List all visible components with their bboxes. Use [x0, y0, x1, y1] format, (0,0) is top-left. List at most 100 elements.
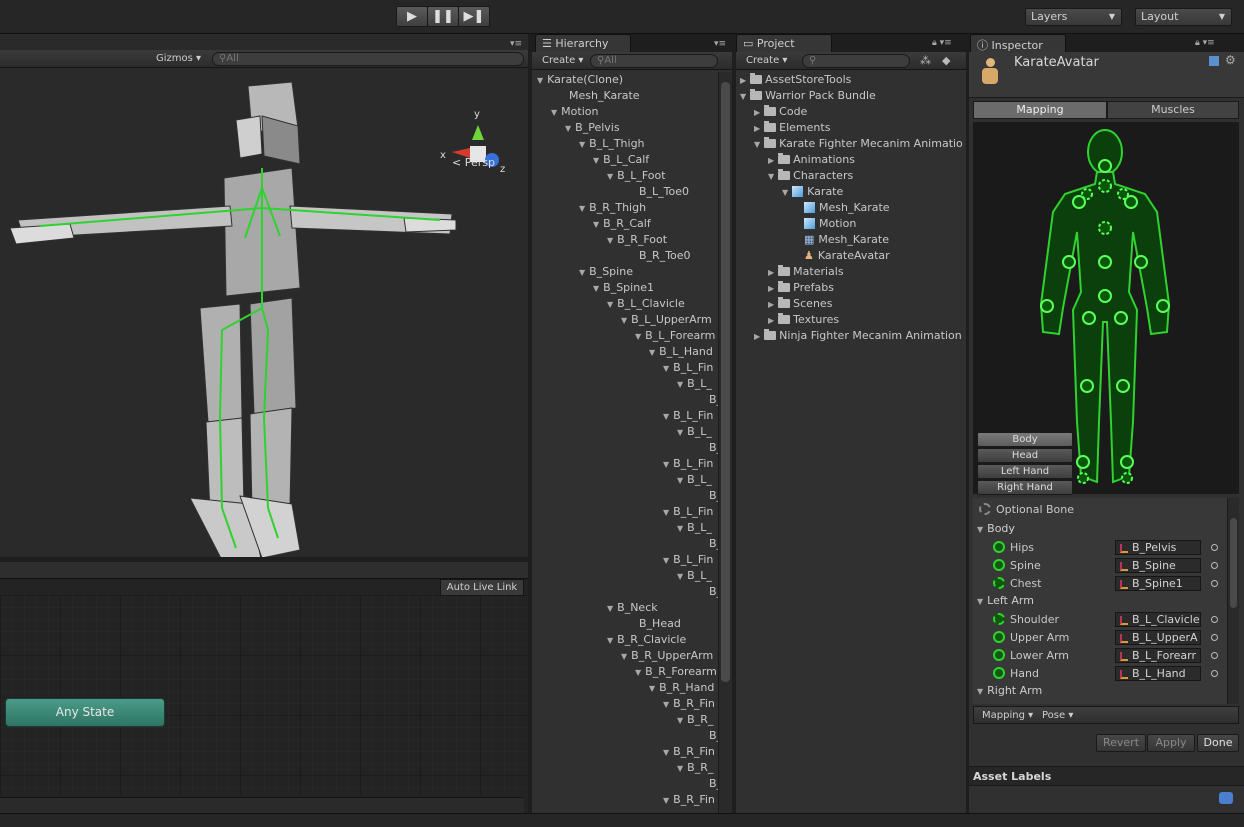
disclosure-triangle-icon[interactable]: ▼ — [593, 156, 599, 165]
disclosure-triangle-icon[interactable]: ▼ — [579, 268, 585, 277]
tab-mapping[interactable]: Mapping — [973, 101, 1107, 119]
project-item[interactable]: ▼ Karate — [782, 184, 843, 200]
mapping-dropdown[interactable]: Mapping ▾ — [976, 708, 1039, 724]
right-arm-section-header[interactable]: ▼ Right Arm — [977, 684, 1042, 697]
filter-type-icon[interactable]: ⁂ — [920, 54, 931, 67]
persp-label[interactable]: < Persp — [452, 156, 495, 169]
bone-status-icon[interactable] — [993, 613, 1005, 625]
project-create-button[interactable]: Create ▾ — [740, 53, 793, 69]
hierarchy-item[interactable]: ▼ B_L_Hand — [649, 344, 713, 360]
body-toggle-button[interactable]: Body — [977, 432, 1073, 447]
disclosure-triangle-icon[interactable]: ▼ — [607, 300, 613, 309]
project-search-input[interactable]: ⚲ — [802, 54, 910, 68]
disclosure-triangle-icon[interactable]: ▼ — [621, 316, 627, 325]
disclosure-triangle-icon[interactable]: ▼ — [593, 284, 599, 293]
tag-icon[interactable] — [1219, 792, 1233, 804]
hierarchy-item[interactable]: B_ — [691, 536, 718, 552]
scroll-thumb[interactable] — [721, 82, 730, 682]
bone-transform-field[interactable]: B_L_UpperA — [1115, 630, 1201, 645]
pose-dropdown[interactable]: Pose ▾ — [1036, 708, 1079, 724]
hierarchy-item[interactable]: ▼ B_R_Fin — [663, 744, 715, 760]
hierarchy-item[interactable]: ▼ B_Spine1 — [593, 280, 654, 296]
hierarchy-item[interactable]: ▼ B_L_Fin — [663, 456, 713, 472]
disclosure-triangle-icon[interactable]: ▼ — [621, 652, 627, 661]
gear-icon[interactable]: ⚙ — [1225, 53, 1236, 67]
project-item[interactable]: ▶ Ninja Fighter Mecanim Animation — [754, 328, 962, 344]
hierarchy-item[interactable]: ▼ B_L_Calf — [593, 152, 649, 168]
lock-icon[interactable]: 🔒︎ ▾≡ — [1195, 38, 1215, 48]
hierarchy-item[interactable]: B_ — [691, 440, 718, 456]
hierarchy-item[interactable]: B_ — [691, 392, 718, 408]
hierarchy-item[interactable]: ▼ B_L_Forearm — [635, 328, 715, 344]
disclosure-triangle-icon[interactable]: ▼ — [635, 668, 641, 677]
tab-hierarchy[interactable]: ☰ Hierarchy — [535, 34, 631, 53]
bone-status-icon[interactable] — [993, 667, 1005, 679]
bone-transform-field[interactable]: B_Spine — [1115, 558, 1201, 573]
disclosure-triangle-icon[interactable]: ▼ — [551, 108, 557, 117]
apply-button[interactable]: Apply — [1147, 734, 1195, 752]
hierarchy-item[interactable]: ▼ Motion — [551, 104, 598, 120]
panel-menu-icon[interactable]: ▾≡ — [714, 39, 726, 49]
disclosure-triangle-icon[interactable]: ▼ — [740, 92, 746, 101]
disclosure-triangle-icon[interactable]: ▶ — [768, 284, 774, 293]
hierarchy-item[interactable]: ▼ B_R_Forearm — [635, 664, 717, 680]
disclosure-triangle-icon[interactable]: ▶ — [768, 300, 774, 309]
scroll-thumb[interactable] — [1230, 518, 1237, 608]
disclosure-triangle-icon[interactable]: ▼ — [663, 508, 669, 517]
disclosure-triangle-icon[interactable]: ▼ — [607, 236, 613, 245]
disclosure-triangle-icon[interactable]: ▼ — [663, 796, 669, 805]
hierarchy-search-input[interactable]: ⚲All — [590, 54, 718, 68]
hierarchy-item[interactable]: B_ — [691, 584, 718, 600]
disclosure-triangle-icon[interactable]: ▼ — [754, 140, 760, 149]
bone-transform-field[interactable]: B_Pelvis — [1115, 540, 1201, 555]
tab-muscles[interactable]: Muscles — [1107, 101, 1239, 119]
hierarchy-item[interactable]: B_ — [691, 488, 718, 504]
play-button[interactable]: ▶ — [396, 6, 428, 27]
disclosure-triangle-icon[interactable]: ▼ — [782, 188, 788, 197]
hierarchy-item[interactable]: ▼ B_Spine — [579, 264, 633, 280]
left-hand-toggle-button[interactable]: Left Hand — [977, 464, 1073, 479]
disclosure-triangle-icon[interactable]: ▼ — [579, 140, 585, 149]
object-picker-icon[interactable] — [1211, 634, 1218, 641]
hierarchy-item[interactable]: ▼ B_L_Foot — [607, 168, 666, 184]
disclosure-triangle-icon[interactable]: ▼ — [565, 124, 571, 133]
project-item[interactable]: ▶ Animations — [768, 152, 855, 168]
disclosure-triangle-icon[interactable]: ▼ — [635, 332, 641, 341]
animator-hscrollbar[interactable] — [0, 797, 524, 813]
left-arm-section-header[interactable]: ▼ Left Arm — [977, 594, 1034, 607]
disclosure-triangle-icon[interactable]: ▼ — [607, 636, 613, 645]
disclosure-triangle-icon[interactable]: ▼ — [649, 684, 655, 693]
project-item[interactable]: ♟ KarateAvatar — [796, 248, 890, 264]
hierarchy-item[interactable]: ▼ B_L_Fin — [663, 552, 713, 568]
disclosure-triangle-icon[interactable]: ▼ — [677, 764, 683, 773]
body-section-header[interactable]: ▼ Body — [977, 522, 1015, 535]
step-button[interactable]: ▶❚ — [458, 6, 490, 27]
disclosure-triangle-icon[interactable]: ▼ — [663, 460, 669, 469]
object-picker-icon[interactable] — [1211, 616, 1218, 623]
disclosure-triangle-icon[interactable]: ▼ — [663, 412, 669, 421]
scene-search-input[interactable]: ⚲All — [212, 52, 524, 66]
hierarchy-item[interactable]: ▼ B_R_ — [677, 760, 713, 776]
project-item[interactable]: ▶ Materials — [768, 264, 844, 280]
hierarchy-item[interactable]: ▼ B_R_Fin — [663, 696, 715, 712]
hierarchy-create-button[interactable]: Create ▾ — [536, 53, 589, 69]
hierarchy-item[interactable]: ▼ B_L_ — [677, 376, 712, 392]
tab-project[interactable]: ▭ Project — [736, 34, 832, 53]
hierarchy-item[interactable]: ▼ B_L_ — [677, 568, 712, 584]
object-picker-icon[interactable] — [1211, 580, 1218, 587]
scene-view[interactable]: Gizmos ▾ ⚲All ▾≡ y x z < Persp — [0, 34, 528, 557]
hierarchy-item[interactable]: ▼ B_Neck — [607, 600, 658, 616]
hierarchy-item[interactable]: B_ — [691, 728, 718, 744]
auto-live-link-button[interactable]: Auto Live Link — [440, 579, 524, 596]
object-picker-icon[interactable] — [1211, 544, 1218, 551]
project-item[interactable]: ▼ Characters — [768, 168, 853, 184]
hierarchy-item[interactable]: ▼ B_R_Thigh — [579, 200, 646, 216]
layout-dropdown[interactable]: Layout ▼ — [1135, 8, 1232, 26]
project-item[interactable]: Mesh_Karate — [796, 200, 890, 216]
disclosure-triangle-icon[interactable]: ▼ — [663, 700, 669, 709]
disclosure-triangle-icon[interactable]: ▶ — [754, 124, 760, 133]
hierarchy-item[interactable]: B_ — [691, 776, 718, 792]
project-item[interactable]: ▶ Prefabs — [768, 280, 834, 296]
hierarchy-item[interactable]: ▼ B_L_ — [677, 424, 712, 440]
hierarchy-item[interactable]: ▼ B_L_Thigh — [579, 136, 645, 152]
